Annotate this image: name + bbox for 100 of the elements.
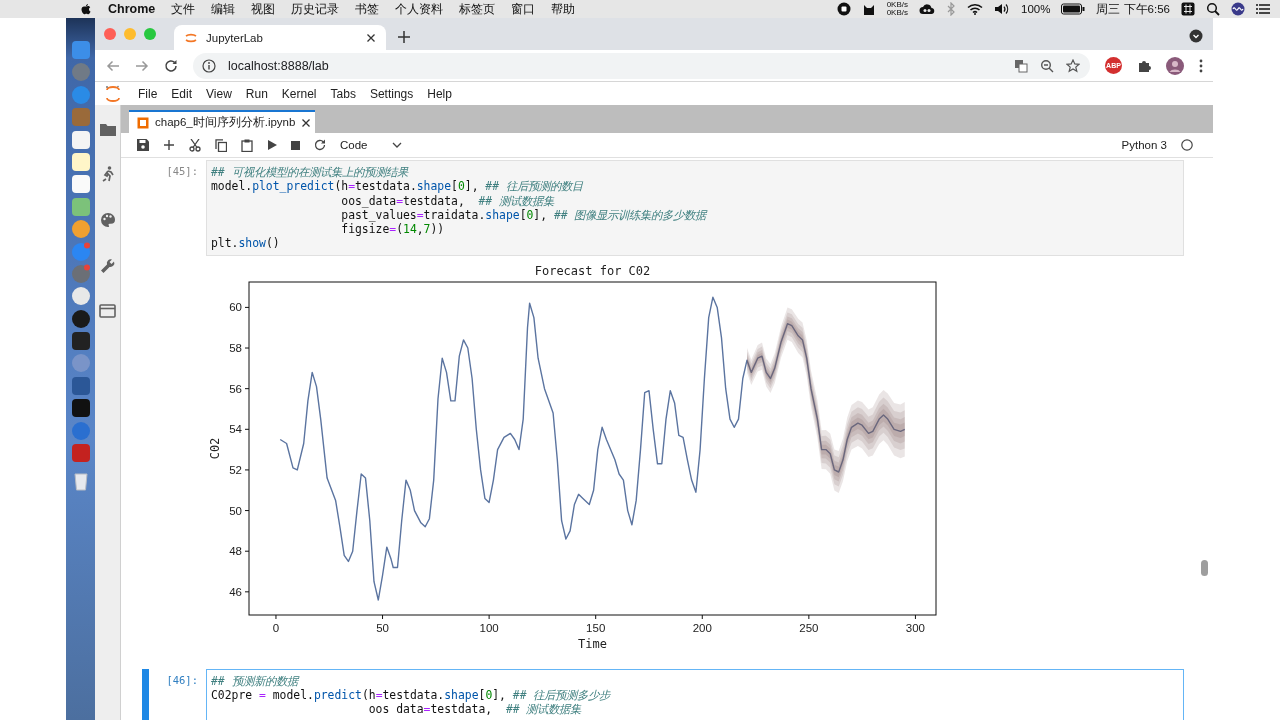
back-icon[interactable] xyxy=(106,58,120,73)
cell-type-dropdown[interactable]: Code xyxy=(340,139,402,151)
code-text: = xyxy=(423,702,431,717)
info-icon xyxy=(202,58,216,73)
siri-icon[interactable] xyxy=(1231,2,1245,16)
code-text: = xyxy=(375,688,383,703)
document-tab[interactable]: chap6_时间序列分析.ipynb xyxy=(129,110,315,133)
upload-speed: 0KB/s xyxy=(886,1,908,9)
menu-item[interactable]: File xyxy=(131,86,165,101)
code-text: = xyxy=(396,193,404,208)
clock[interactable]: 周三 下午6:56 xyxy=(1096,1,1170,17)
code-text: show xyxy=(238,236,266,251)
code-text: 0 xyxy=(485,688,493,703)
cut-icon[interactable] xyxy=(189,138,201,152)
code-text: [ xyxy=(451,179,458,194)
address-field[interactable]: localhost:8888/lab xyxy=(193,52,1090,79)
more-icon[interactable] xyxy=(1199,58,1203,73)
tick-label: 52 xyxy=(229,463,242,476)
stop-icon[interactable] xyxy=(291,140,300,150)
app-menu[interactable]: Chrome xyxy=(108,2,156,16)
palette-icon[interactable] xyxy=(99,212,116,228)
wifi-icon[interactable] xyxy=(967,3,983,15)
app-icon[interactable] xyxy=(70,398,91,419)
cloud-icon[interactable] xyxy=(919,3,935,15)
apple-icon[interactable] xyxy=(80,2,92,16)
code-text: 7 xyxy=(423,222,431,237)
reload-icon[interactable] xyxy=(164,58,178,73)
app-icon[interactable] xyxy=(70,331,91,352)
close-icon[interactable] xyxy=(366,32,376,43)
paste-icon[interactable] xyxy=(241,138,253,152)
search-icon[interactable] xyxy=(1206,2,1220,16)
menu-item[interactable]: Kernel xyxy=(274,86,324,101)
tick-label: 56 xyxy=(229,382,242,395)
code-text: ## 测试数据集 xyxy=(478,193,555,208)
menu-item[interactable]: Help xyxy=(420,86,459,101)
tick-label: 150 xyxy=(586,621,606,634)
kernel-name[interactable]: Python 3 xyxy=(1121,139,1167,151)
menu-item[interactable]: Settings xyxy=(362,86,421,101)
code-text: shape xyxy=(444,688,479,703)
avatar-icon[interactable] xyxy=(1166,56,1184,75)
grid-icon[interactable] xyxy=(1181,2,1195,16)
menu-item[interactable]: 标签页 xyxy=(459,1,496,17)
copy-icon[interactable] xyxy=(215,138,227,152)
menu-item[interactable]: 视图 xyxy=(251,1,276,17)
add-icon[interactable] xyxy=(163,139,175,151)
battery-icon[interactable] xyxy=(1061,3,1086,15)
code-text: past_values xyxy=(340,207,417,222)
tab-window-icon[interactable] xyxy=(99,304,116,318)
menu-item[interactable]: 历史记录 xyxy=(291,1,340,17)
folder-icon[interactable] xyxy=(99,123,116,136)
app-icon[interactable] xyxy=(70,308,91,329)
close-icon[interactable] xyxy=(301,117,312,128)
code-text: ## 往后预测的数目 xyxy=(485,179,583,194)
code-text: ], xyxy=(464,179,480,194)
menu-item[interactable]: View xyxy=(199,86,239,101)
code-text: )) xyxy=(430,222,445,237)
translate-icon[interactable] xyxy=(1014,58,1028,73)
code-text: ## 测试数据集 xyxy=(505,702,582,717)
code-text: , xyxy=(416,222,424,237)
save-icon[interactable] xyxy=(137,139,149,151)
zoom-icon[interactable] xyxy=(1040,58,1054,73)
code-text: 0 xyxy=(457,179,465,194)
menu-item[interactable]: 文件 xyxy=(171,1,196,17)
app-icon[interactable] xyxy=(70,286,91,307)
restart-icon[interactable] xyxy=(314,139,326,151)
app-icon[interactable] xyxy=(70,174,91,195)
new-tab-icon[interactable] xyxy=(398,31,410,43)
code-text: = xyxy=(259,688,266,703)
code-text: plot_predict xyxy=(252,179,335,194)
tick-mark xyxy=(808,614,810,620)
code-editor[interactable]: ## 预测新的数据 C02pre = model.predict(h=testdata.shape[0], ## 往后预测多少步 oos data=testdata, ## 测试数据集 xyxy=(206,668,1184,720)
menu-item[interactable]: Tabs xyxy=(323,86,363,101)
jupyter-logo-icon xyxy=(105,84,121,103)
record-icon[interactable] xyxy=(836,2,851,16)
menu-item[interactable]: 窗口 xyxy=(511,1,536,17)
app-icon[interactable] xyxy=(70,151,91,172)
list-icon[interactable] xyxy=(1256,3,1270,15)
volume-icon[interactable] xyxy=(994,3,1010,15)
app-icon[interactable] xyxy=(70,129,91,150)
code-editor[interactable]: ## 可视化模型的在测试集上的预测结果 model.plot_predict(h=testdata.shape[0], ## 往后预测的数目 oos_data=testdata, ## 测试数据集 past_values=traidata.shape[0], ## 图像显示训练集的多少数据 figsize=(14,7)) plt.show() xyxy=(206,160,1184,256)
menu-item[interactable]: 帮助 xyxy=(551,1,576,17)
code-text: 0 xyxy=(526,207,534,222)
puzzle-icon[interactable] xyxy=(1137,58,1151,73)
code-text: testdata. xyxy=(355,179,417,194)
menu-item[interactable]: 书签 xyxy=(355,1,380,17)
scrollbar-thumb[interactable] xyxy=(1201,560,1208,576)
menu-item[interactable]: 个人资料 xyxy=(395,1,444,17)
cell-prompt: [45]: xyxy=(165,164,199,179)
browser-tab[interactable]: JupyterLab xyxy=(174,25,386,50)
tick-mark xyxy=(275,614,277,620)
menu-item[interactable]: Edit xyxy=(164,86,200,101)
run-icon[interactable] xyxy=(267,140,277,150)
star-icon[interactable] xyxy=(1066,58,1080,73)
tab-search-icon[interactable] xyxy=(1189,29,1203,43)
code-text: = xyxy=(389,222,397,237)
wrench-icon[interactable] xyxy=(99,258,116,274)
cat-icon[interactable] xyxy=(861,2,876,16)
forward-icon[interactable] xyxy=(135,58,149,73)
menu-item[interactable]: Run xyxy=(238,86,275,101)
menu-item[interactable]: 编辑 xyxy=(211,1,236,17)
